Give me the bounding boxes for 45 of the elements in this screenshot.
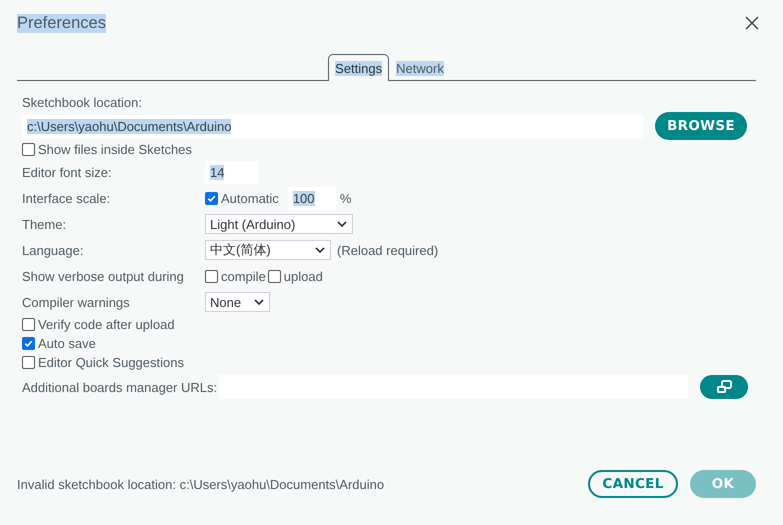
checkbox[interactable]	[22, 318, 35, 331]
dropdown[interactable]: Light (Arduino)	[205, 214, 353, 234]
setting-label: Language:	[22, 242, 84, 258]
field-value: 14	[210, 164, 224, 180]
setting-label: Editor font size:	[22, 164, 113, 180]
tab[interactable]: Settings	[328, 54, 390, 81]
checkbox[interactable]	[268, 270, 281, 282]
status-message: Invalid sketchbook location: c:\Users\yaohu\Documents\Arduino	[17, 476, 384, 492]
cancel-button[interactable]: CANCEL	[588, 470, 678, 498]
checkbox[interactable]	[22, 143, 35, 156]
dropdown[interactable]: 中文(简体)	[205, 240, 331, 260]
browse-button[interactable]: BROWSE	[655, 112, 747, 140]
dialog-title: Preferences	[17, 14, 106, 32]
setting-label: Show verbose output during	[22, 268, 185, 284]
close-icon[interactable]	[745, 16, 759, 30]
open-editor-button[interactable]	[700, 375, 748, 399]
field-value: c:\Users\yaohu\Documents\Arduino	[27, 118, 232, 134]
checkbox-label: Automatic	[221, 190, 279, 206]
scale-field[interactable]: 100	[288, 186, 336, 210]
font-size-field[interactable]: 14	[205, 160, 258, 184]
setting-label: Theme:	[22, 216, 68, 232]
sketchbook-path-field[interactable]: c:\Users\yaohu\Documents\Arduino	[22, 114, 643, 138]
checkbox[interactable]	[22, 337, 35, 350]
dropdown[interactable]: None	[205, 292, 270, 312]
checkbox-label: Show files inside Sketches	[38, 142, 192, 157]
setting-label: Interface scale:	[22, 190, 112, 206]
checkbox[interactable]	[205, 192, 218, 204]
checkbox[interactable]	[205, 270, 218, 282]
windows-icon	[715, 380, 734, 394]
checkbox-label: Auto save	[38, 336, 96, 351]
reload-note: (Reload required)	[337, 242, 438, 258]
setting-label: Sketchbook location:	[22, 95, 143, 110]
setting-label: Compiler warnings	[22, 294, 131, 310]
chevron-icon	[337, 221, 347, 227]
checkbox[interactable]	[22, 356, 35, 369]
checkbox-label: upload	[284, 268, 323, 284]
tab[interactable]: Network	[389, 54, 451, 81]
setting-label: Additional boards manager URLs:	[22, 380, 218, 394]
chevron-icon	[315, 247, 325, 253]
checkbox-label: Verify code after upload	[38, 317, 175, 332]
checkbox-label: compile	[221, 268, 266, 284]
percent-unit: %	[340, 190, 352, 206]
chevron-icon	[254, 299, 264, 305]
checkbox-label: Editor Quick Suggestions	[38, 355, 184, 370]
field-value: 100	[292, 190, 315, 206]
